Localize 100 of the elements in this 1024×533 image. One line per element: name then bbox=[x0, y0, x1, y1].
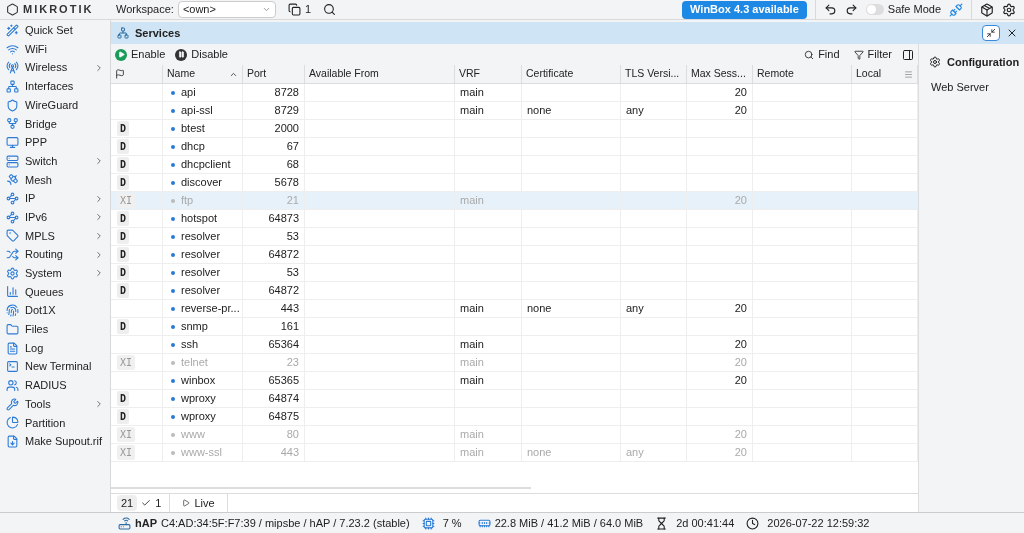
column-title: VRF bbox=[459, 66, 481, 82]
sidebar-item[interactable]: Partition bbox=[0, 413, 110, 433]
sidebar-item[interactable]: Quick Set bbox=[0, 21, 110, 40]
undo-icon[interactable] bbox=[823, 3, 837, 16]
configuration-icon bbox=[929, 56, 941, 69]
sidebar-item[interactable]: Mesh bbox=[0, 170, 110, 190]
panel-icon[interactable] bbox=[902, 48, 914, 61]
column-header[interactable]: Available From bbox=[305, 65, 455, 83]
table-cell-text: api bbox=[181, 85, 196, 101]
redo-icon[interactable] bbox=[844, 3, 858, 16]
sidebar-item[interactable]: System bbox=[0, 263, 110, 283]
table-row[interactable]: D wproxy 64875 bbox=[111, 408, 918, 426]
table-row[interactable]: ssh 65364 main 20 bbox=[111, 336, 918, 354]
sidebar-item[interactable]: RADIUS bbox=[0, 376, 110, 395]
sidebar-item[interactable]: New Terminal bbox=[0, 357, 110, 377]
table-cell-text: 20 bbox=[734, 373, 747, 389]
column-title: Name bbox=[167, 66, 196, 82]
safe-mode-toggle[interactable] bbox=[865, 4, 884, 15]
panel-item[interactable]: Web Server bbox=[931, 78, 1020, 95]
row-count: 21 bbox=[117, 494, 138, 512]
column-header[interactable]: Max Sess... bbox=[687, 65, 753, 83]
table-row[interactable]: D dhcpclient 68 bbox=[111, 156, 918, 174]
sidebar-item[interactable]: Queues bbox=[0, 282, 110, 302]
table-cell-text: ftp bbox=[181, 193, 194, 209]
column-header[interactable]: VRF bbox=[455, 65, 522, 83]
plug-icon[interactable] bbox=[949, 2, 963, 17]
workspace-label: Workspace: bbox=[116, 2, 174, 18]
disable-button[interactable]: Disable bbox=[175, 46, 228, 63]
table-row[interactable]: D resolver 53 bbox=[111, 228, 918, 246]
menu-item-icon bbox=[6, 304, 19, 318]
workspace-select[interactable]: <own> bbox=[177, 1, 276, 18]
flag-icon bbox=[115, 69, 125, 79]
column-header[interactable]: Name bbox=[163, 65, 243, 83]
sidebar-item[interactable]: MPLS bbox=[0, 226, 110, 246]
table-cell-text: main bbox=[460, 193, 484, 209]
column-header[interactable]: Port bbox=[243, 65, 305, 83]
column-header[interactable]: Remote bbox=[753, 65, 852, 83]
table-row[interactable]: D btest 2000 bbox=[111, 120, 918, 138]
menu-item-icon bbox=[6, 434, 19, 448]
flag-badge: D bbox=[117, 175, 130, 190]
table-row[interactable]: D hotspot 64873 bbox=[111, 210, 918, 228]
table-cell-text: none bbox=[527, 301, 552, 317]
play-icon bbox=[117, 51, 125, 58]
sidebar-item[interactable]: Dot1X bbox=[0, 301, 110, 320]
table-cell-text: 20 bbox=[734, 193, 747, 209]
menu-item-icon bbox=[6, 117, 19, 131]
flag-badge: D bbox=[117, 391, 130, 406]
table-row[interactable]: D resolver 64872 bbox=[111, 282, 918, 300]
table-cell-text: hotspot bbox=[181, 211, 218, 227]
sidebar-item[interactable]: Log bbox=[0, 338, 110, 358]
table-row[interactable]: api 8728 main 20 bbox=[111, 84, 918, 102]
filter-button[interactable]: Filter bbox=[853, 46, 892, 63]
table-row[interactable]: D snmp 161 bbox=[111, 318, 918, 336]
minimize-button[interactable] bbox=[982, 25, 1000, 41]
table-row[interactable]: reverse-pr... 443 main none any 20 bbox=[111, 300, 918, 318]
live-button[interactable]: Live bbox=[182, 494, 215, 512]
sidebar-item[interactable]: Wireless bbox=[0, 58, 110, 78]
sidebar-item[interactable]: Switch bbox=[0, 151, 110, 171]
sidebar-item[interactable]: Make Supout.rif bbox=[0, 432, 110, 451]
table-row[interactable]: api-ssl 8729 main none any 20 bbox=[111, 102, 918, 120]
table-row[interactable]: D resolver 53 bbox=[111, 264, 918, 282]
sidebar-item[interactable]: Files bbox=[0, 320, 110, 339]
package-icon[interactable] bbox=[980, 2, 994, 17]
column-header[interactable]: Certificate bbox=[522, 65, 621, 83]
column-header[interactable]: Local bbox=[852, 65, 918, 83]
settings-icon[interactable] bbox=[1002, 2, 1016, 17]
sidebar-item[interactable]: WireGuard bbox=[0, 95, 110, 115]
column-header[interactable]: TLS Versi... bbox=[621, 65, 687, 83]
panel-title: Configuration bbox=[947, 55, 1020, 70]
table-cell-text: 53 bbox=[286, 229, 299, 245]
sidebar-item[interactable]: Bridge bbox=[0, 114, 110, 134]
find-button[interactable]: Find bbox=[804, 46, 840, 63]
table-row[interactable]: D resolver 64872 bbox=[111, 246, 918, 264]
column-title: Max Sess... bbox=[691, 66, 747, 82]
table-row[interactable]: D discover 5678 bbox=[111, 174, 918, 192]
table-row[interactable]: winbox 65365 main 20 bbox=[111, 372, 918, 390]
table-cell-text: 64872 bbox=[268, 247, 299, 263]
sidebar-item[interactable]: IP bbox=[0, 189, 110, 208]
table-cell-text: 64875 bbox=[268, 409, 299, 425]
sidebar-item[interactable]: WiFi bbox=[0, 39, 110, 59]
windows-icon[interactable] bbox=[287, 3, 301, 16]
close-icon[interactable] bbox=[1006, 27, 1018, 39]
table-cell-text: winbox bbox=[181, 373, 216, 389]
update-button[interactable]: WinBox 4.3 available bbox=[682, 0, 807, 19]
sidebar-item[interactable]: Tools bbox=[0, 394, 110, 414]
table-row[interactable]: D wproxy 64874 bbox=[111, 390, 918, 408]
sidebar-item[interactable]: Routing bbox=[0, 245, 110, 264]
enable-button[interactable]: Enable bbox=[115, 46, 166, 63]
sidebar-item[interactable]: Interfaces bbox=[0, 77, 110, 96]
menu-item-icon bbox=[6, 210, 19, 224]
sidebar-item[interactable]: IPv6 bbox=[0, 207, 110, 227]
search-icon[interactable] bbox=[323, 3, 336, 16]
column-title: Available From bbox=[309, 66, 380, 82]
sidebar-item[interactable]: PPP bbox=[0, 133, 110, 152]
table-cell-text: main bbox=[460, 355, 484, 371]
menu-item-icon bbox=[6, 397, 19, 411]
table-row[interactable]: D dhcp 67 bbox=[111, 138, 918, 156]
table-cell-text: main bbox=[460, 85, 484, 101]
table-cell-text: telnet bbox=[181, 355, 208, 371]
table-cell-text: main bbox=[460, 301, 484, 317]
